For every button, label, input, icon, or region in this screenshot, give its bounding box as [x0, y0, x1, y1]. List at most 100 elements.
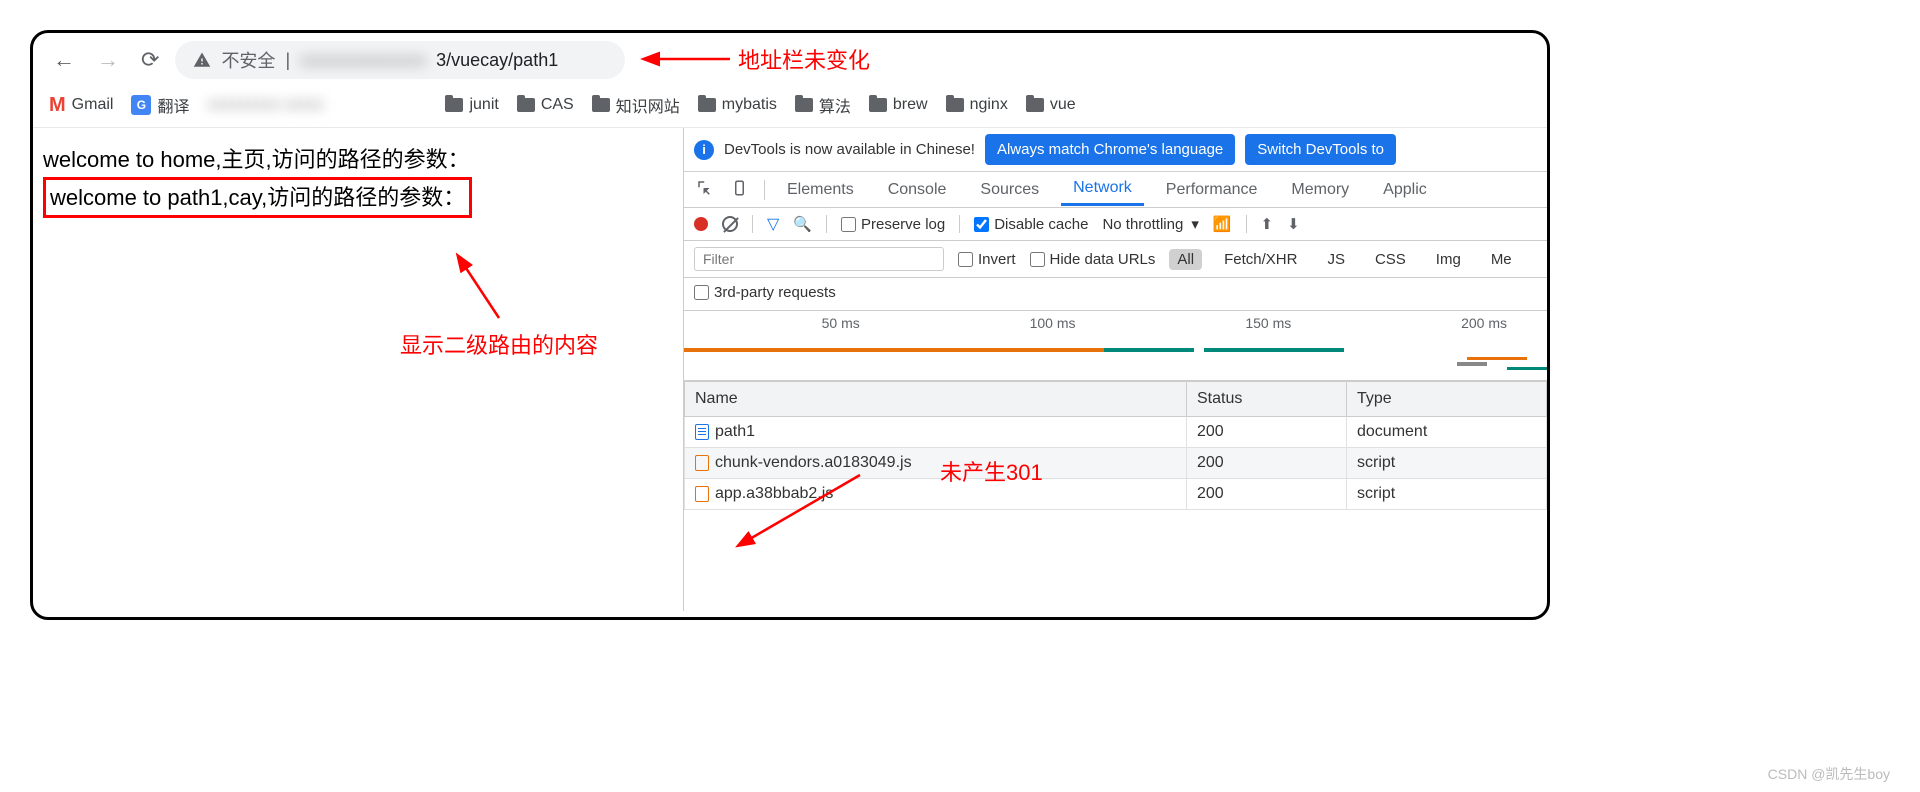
page-content: welcome to home,主页,访问的路径的参数： welcome to … — [33, 128, 683, 611]
network-timeline[interactable]: 50 ms 100 ms 150 ms 200 ms — [684, 311, 1547, 381]
bookmark-algorithm[interactable]: 算法 — [795, 93, 851, 117]
security-label: 不安全 — [221, 47, 275, 73]
url-path: 3/vuecay/path1 — [436, 50, 558, 71]
warning-icon — [193, 51, 211, 69]
address-bar: ← → ⟳ 不安全 | xxxxxxxxxxxxxx 3/vuecay/path… — [33, 33, 1547, 87]
bookmark-label: junit — [469, 96, 498, 114]
info-text: DevTools is now available in Chinese! — [724, 141, 975, 158]
bookmark-label: vue — [1050, 96, 1076, 114]
bookmark-gmail[interactable]: M Gmail — [49, 94, 113, 117]
time-mark: 50 ms — [684, 315, 900, 331]
url-box[interactable]: 不安全 | xxxxxxxxxxxxxx 3/vuecay/path1 — [175, 41, 625, 79]
document-icon — [695, 424, 709, 440]
watermark: CSDN @凯先生boy — [1768, 764, 1890, 784]
bookmark-mybatis[interactable]: mybatis — [698, 96, 777, 114]
table-row[interactable]: path1200document — [685, 417, 1547, 448]
preserve-log-checkbox[interactable]: Preserve log — [841, 216, 945, 233]
third-party-row: 3rd-party requests — [684, 278, 1547, 311]
filter-all[interactable]: All — [1169, 249, 1202, 270]
filter-input[interactable] — [694, 247, 944, 271]
filter-icon[interactable]: ▽ — [767, 214, 779, 234]
bookmark-translate[interactable]: G翻译 — [131, 93, 189, 117]
chevron-down-icon: ▾ — [1191, 215, 1199, 233]
bookmark-brew[interactable]: brew — [869, 96, 928, 114]
bookmark-label: CAS — [541, 96, 574, 114]
bookmark-cas[interactable]: CAS — [517, 96, 574, 114]
time-mark: 100 ms — [900, 315, 1116, 331]
bookmark-label: 知识网站 — [616, 93, 680, 117]
bookmark-blurred[interactable]: xxxxxxxxx xxxxx — [207, 96, 427, 114]
info-icon: i — [694, 140, 714, 160]
invert-checkbox[interactable]: Invert — [958, 251, 1016, 268]
search-icon[interactable]: 🔍 — [793, 215, 812, 233]
gmail-icon: M — [49, 94, 66, 117]
filter-css[interactable]: CSS — [1367, 249, 1414, 270]
reload-button[interactable]: ⟳ — [141, 47, 159, 73]
upload-icon[interactable]: ⬆ — [1261, 215, 1274, 233]
back-button[interactable]: ← — [53, 47, 75, 73]
translate-icon: G — [131, 95, 151, 115]
script-icon — [695, 486, 709, 502]
tab-memory[interactable]: Memory — [1279, 175, 1361, 205]
folder-icon — [698, 98, 716, 112]
inspect-icon[interactable] — [692, 175, 718, 205]
filter-media[interactable]: Me — [1483, 249, 1520, 270]
bookmark-junit[interactable]: junit — [445, 96, 498, 114]
switch-devtools-button[interactable]: Switch DevTools to — [1245, 134, 1396, 165]
col-name[interactable]: Name — [685, 382, 1187, 417]
table-row[interactable]: app.a38bbab2.js200script — [685, 479, 1547, 510]
time-mark: 200 ms — [1331, 315, 1547, 331]
page-line1: welcome to home,主页,访问的路径的参数： — [43, 142, 673, 177]
match-language-button[interactable]: Always match Chrome's language — [985, 134, 1235, 165]
network-toolbar: ▽ 🔍 Preserve log Disable cache No thrott… — [684, 208, 1547, 241]
folder-icon — [946, 98, 964, 112]
filter-fetch[interactable]: Fetch/XHR — [1216, 249, 1305, 270]
bookmark-label: mybatis — [722, 96, 777, 114]
bookmark-knowledge[interactable]: 知识网站 — [592, 93, 680, 117]
filter-img[interactable]: Img — [1428, 249, 1469, 270]
browser-window: ← → ⟳ 不安全 | xxxxxxxxxxxxxx 3/vuecay/path… — [30, 30, 1550, 620]
folder-icon — [795, 98, 813, 112]
bookmark-label: nginx — [970, 96, 1008, 114]
tab-elements[interactable]: Elements — [775, 175, 866, 205]
timeline-bar — [1204, 348, 1344, 352]
divider: | — [285, 50, 290, 71]
filter-js[interactable]: JS — [1319, 249, 1353, 270]
tab-sources[interactable]: Sources — [968, 175, 1051, 205]
download-icon[interactable]: ⬇ — [1287, 215, 1300, 233]
tab-performance[interactable]: Performance — [1154, 175, 1270, 205]
devtools-infobar: i DevTools is now available in Chinese! … — [684, 128, 1547, 172]
third-party-checkbox[interactable]: 3rd-party requests — [694, 284, 836, 301]
disable-cache-checkbox[interactable]: Disable cache — [974, 216, 1088, 233]
time-mark: 150 ms — [1116, 315, 1332, 331]
folder-icon — [517, 98, 535, 112]
table-row[interactable]: chunk-vendors.a0183049.js200script — [685, 448, 1547, 479]
device-icon[interactable] — [728, 175, 754, 205]
tab-console[interactable]: Console — [876, 175, 959, 205]
col-status[interactable]: Status — [1187, 382, 1347, 417]
folder-icon — [1026, 98, 1044, 112]
forward-button[interactable]: → — [97, 47, 119, 73]
blurred-host: xxxxxxxxxxxxxx — [300, 50, 426, 71]
bookmark-label: Gmail — [72, 96, 114, 114]
bookmark-label: 算法 — [819, 93, 851, 117]
timeline-bar — [1467, 357, 1527, 360]
timeline-bar — [684, 348, 1104, 352]
highlighted-route-output: welcome to path1,cay,访问的路径的参数： — [43, 177, 472, 218]
script-icon — [695, 455, 709, 471]
wifi-icon[interactable]: 📶 — [1213, 215, 1232, 233]
bookmark-nginx[interactable]: nginx — [946, 96, 1008, 114]
bookmark-label: brew — [893, 96, 928, 114]
tab-network[interactable]: Network — [1061, 173, 1144, 206]
folder-icon — [445, 98, 463, 112]
hide-data-urls-checkbox[interactable]: Hide data URLs — [1030, 251, 1156, 268]
col-type[interactable]: Type — [1347, 382, 1547, 417]
tab-application[interactable]: Applic — [1371, 175, 1439, 205]
clear-button[interactable] — [722, 216, 738, 232]
network-table: Name Status Type path1200document chunk-… — [684, 381, 1547, 510]
bookmarks-bar: M Gmail G翻译 xxxxxxxxx xxxxx junit CAS 知识网… — [33, 87, 1547, 127]
bookmark-vue[interactable]: vue — [1026, 96, 1076, 114]
throttling-select[interactable]: No throttling ▾ — [1102, 215, 1198, 233]
record-button[interactable] — [694, 217, 708, 231]
folder-icon — [869, 98, 887, 112]
